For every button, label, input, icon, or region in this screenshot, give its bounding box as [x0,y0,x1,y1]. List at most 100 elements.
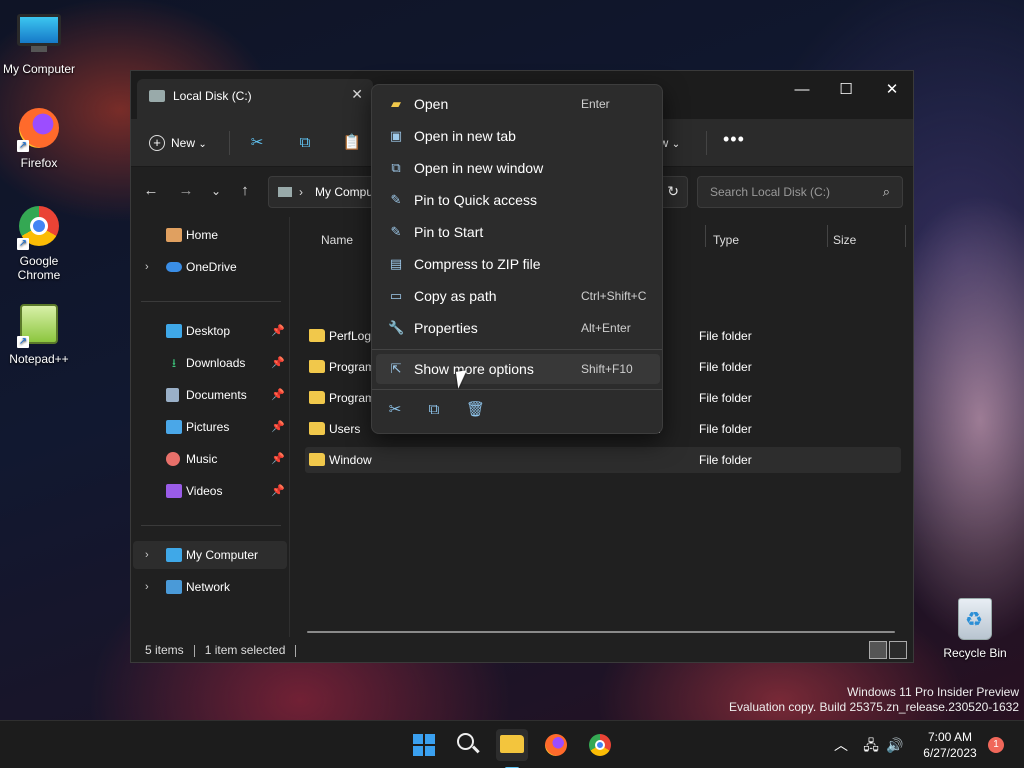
sidebar-item-music[interactable]: Music 📌 [133,445,287,473]
pin-icon: 📌 [271,453,285,465]
details-view-icon[interactable] [869,641,887,659]
folder-icon [309,360,325,373]
shortcut-arrow-icon: ↗ [17,140,29,152]
sidebar-item-onedrive[interactable]: › OneDrive [133,253,287,281]
file-type: File folder [699,422,752,436]
copy-icon[interactable]: ⧉ [425,401,443,419]
desktop-icon-label: My Computer [2,62,76,76]
sidebar-item-label: Home [186,228,219,242]
desktop-icon-firefox[interactable]: ↗ Firefox [0,108,78,170]
chevron-right-icon[interactable]: › [145,573,149,601]
menu-item-show-more-options[interactable]: ⇱ Show more options Shift+F10 [376,354,660,384]
menu-item-label: Properties [414,320,478,336]
file-name: Program [329,360,376,374]
sidebar-item-my-computer[interactable]: › My Computer [133,541,287,569]
chevron-right-icon[interactable]: › [145,541,149,569]
close-window-button[interactable]: ✕ [869,75,915,105]
sidebar-item-label: Documents [186,388,247,402]
computer-icon [166,548,182,562]
menu-item-compress-zip[interactable]: ▤ Compress to ZIP file [376,249,660,279]
chevron-up-icon[interactable]: ︿ [832,736,850,754]
tiles-view-icon[interactable] [889,641,907,659]
menu-item-label: Pin to Quick access [414,192,537,208]
file-type: File folder [699,391,752,405]
copy-icon[interactable]: ⧉ [294,132,316,154]
sidebar-item-documents[interactable]: Documents 📌 [133,381,287,409]
sidebar-item-label: Downloads [186,356,246,370]
firefox-icon [545,734,567,756]
menu-item-pin-quick-access[interactable]: ✎ Pin to Quick access [376,185,660,215]
menu-item-shortcut: Shift+F10 [581,362,633,376]
search-button[interactable] [452,729,484,761]
up-arrow-icon[interactable]: ↑ [235,181,255,201]
maximize-button[interactable]: ☐ [823,75,869,105]
close-tab-icon[interactable]: ✕ [351,86,363,103]
network-icon [166,580,182,594]
search-icon [457,733,474,750]
sidebar-item-pictures[interactable]: Pictures 📌 [133,413,287,441]
sidebar-item-network[interactable]: › Network [133,573,287,601]
toolbar-divider [706,131,707,155]
column-divider[interactable] [705,225,706,247]
column-header-size[interactable]: Size [833,225,856,255]
desktop-icon-my-computer[interactable]: My Computer [0,10,78,76]
table-row[interactable]: Window File folder [305,447,901,473]
desktop-icon-label: Recycle Bin [943,646,1007,660]
status-divider [193,644,195,657]
folder-icon [309,391,325,404]
breadcrumb[interactable]: My Compu [315,185,373,199]
pin-icon: 📌 [271,357,285,369]
cut-icon[interactable]: ✂ [246,132,268,154]
back-arrow-icon[interactable]: ← [141,181,161,201]
menu-item-open[interactable]: ▰ Open Enter [376,89,660,119]
chevron-right-icon[interactable]: › [145,253,149,281]
pane-divider[interactable] [289,217,290,637]
desktop-icon-recycle-bin[interactable]: Recycle Bin [936,598,1014,660]
notification-badge[interactable]: 1 [988,737,1004,753]
network-status-icon[interactable]: 🖧 [862,736,880,754]
more-options-icon[interactable]: ••• [723,129,745,150]
column-header-name[interactable]: Name [321,225,353,255]
recycle-bin-icon [953,598,997,642]
computer-icon [17,14,61,58]
new-tab-icon: ▣ [389,128,403,143]
recent-locations-chevron-icon[interactable]: ⌄ [206,181,226,201]
forward-arrow-icon[interactable]: → [176,181,196,201]
volume-icon[interactable]: 🔊 [886,736,904,754]
horizontal-scrollbar[interactable] [307,631,895,633]
taskbar-file-explorer[interactable] [496,729,528,768]
paste-icon[interactable]: 📋 [341,132,363,154]
refresh-icon[interactable]: ↻ [667,183,679,200]
column-divider[interactable] [905,225,906,247]
cut-icon[interactable]: ✂ [386,401,404,419]
menu-item-copy-as-path[interactable]: ▭ Copy as path Ctrl+Shift+C [376,281,660,311]
chrome-icon [589,734,611,756]
start-button[interactable] [408,729,440,761]
menu-item-open-new-tab[interactable]: ▣ Open in new tab [376,121,660,151]
sidebar-item-label: OneDrive [186,260,237,274]
taskbar-chrome[interactable] [584,729,616,761]
desktop-icon-chrome[interactable]: ↗ Google Chrome [0,206,78,282]
sidebar-item-home[interactable]: Home [133,221,287,249]
search-input[interactable]: Search Local Disk (C:) ⌕ [697,176,903,208]
desktop-icon-notepad-plus-plus[interactable]: ↗ Notepad++ [0,304,78,366]
home-icon [166,228,182,242]
column-header-type[interactable]: Type [713,225,739,255]
sidebar-item-downloads[interactable]: ⭳ Downloads 📌 [133,349,287,377]
clock-time: 7:00 AM [927,730,973,744]
menu-item-properties[interactable]: 🔧 Properties Alt+Enter [376,313,660,343]
column-divider[interactable] [827,225,828,247]
menu-item-open-new-window[interactable]: ⧉ Open in new window [376,153,660,183]
file-type: File folder [699,453,752,467]
minimize-button[interactable]: — [779,75,825,105]
new-button[interactable]: + New ⌄ [149,131,207,155]
taskbar-firefox[interactable] [540,729,572,761]
clock[interactable]: 7:00 AM 6/27/2023 [910,729,990,761]
tab-local-disk[interactable]: Local Disk (C:) ✕ [137,79,373,119]
sidebar-item-videos[interactable]: Videos 📌 [133,477,287,505]
notepad-plus-plus-icon: ↗ [17,304,61,348]
menu-item-pin-start[interactable]: ✎ Pin to Start [376,217,660,247]
delete-icon[interactable]: 🗑 [466,401,485,419]
folder-icon [500,735,524,753]
sidebar-item-desktop[interactable]: Desktop 📌 [133,317,287,345]
